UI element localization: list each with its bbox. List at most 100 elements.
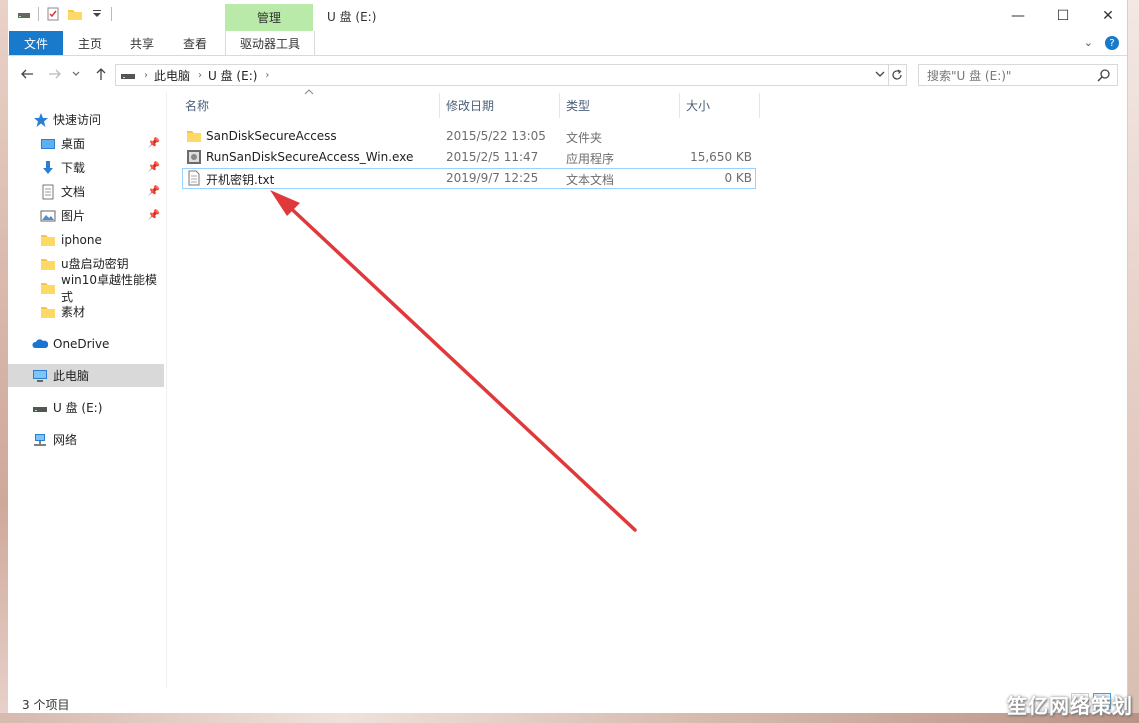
navigation-bar: › 此电脑 › U 盘 (E:) › 搜索"U 盘 (E:)" — [8, 59, 1127, 91]
column-header-date[interactable]: 修改日期 — [446, 93, 558, 118]
address-bar[interactable]: › 此电脑 › U 盘 (E:) › — [115, 64, 889, 86]
folder-icon — [40, 232, 56, 248]
expand-ribbon-icon[interactable]: ⌄ — [1084, 36, 1093, 50]
sidebar-item-label: 下载 — [61, 161, 86, 175]
pin-icon[interactable]: 📌 — [148, 210, 160, 221]
folder-icon — [40, 304, 56, 320]
file-date: 2015/5/22 13:05 — [446, 129, 546, 143]
file-row-selected[interactable]: 开机密钥.txt 2019/9/7 12:25 文本文档 0 KB — [182, 168, 756, 189]
address-dropdown-icon[interactable] — [874, 67, 886, 84]
breadcrumb-chevron-icon[interactable]: › — [265, 70, 269, 81]
tab-manage[interactable]: 管理 — [225, 4, 313, 31]
pin-icon[interactable]: 📌 — [148, 162, 160, 173]
toolbar-divider — [111, 7, 112, 21]
tab-view[interactable]: 查看 — [171, 31, 219, 55]
sidebar-item-label: U 盘 (E:) — [53, 401, 103, 415]
desktop-wallpaper-right — [1127, 0, 1139, 723]
desktop-wallpaper-left — [0, 0, 8, 723]
sidebar-item-network[interactable]: 网络 — [8, 428, 164, 451]
sidebar-item-quick-access[interactable]: 快速访问 — [8, 108, 164, 131]
sidebar-item-downloads[interactable]: 下载 📌 — [8, 156, 164, 179]
toolbar-divider — [38, 7, 39, 21]
file-row[interactable]: SanDiskSecureAccess 2015/5/22 13:05 文件夹 — [182, 126, 756, 147]
new-folder-icon[interactable] — [67, 6, 83, 22]
tab-drive-tools[interactable]: 驱动器工具 — [225, 31, 315, 55]
file-type: 应用程序 — [566, 152, 615, 166]
pin-icon[interactable]: 📌 — [148, 186, 160, 197]
back-arrow-icon[interactable] — [18, 65, 36, 83]
breadcrumb-this-pc[interactable]: 此电脑 — [154, 67, 190, 84]
window-title: U 盘 (E:) — [327, 10, 377, 24]
sidebar-item-materials[interactable]: 素材 — [8, 300, 164, 323]
sidebar-item-win10-folder[interactable]: win10卓越性能模式 — [8, 273, 164, 304]
maximize-button[interactable]: ☐ — [1040, 0, 1086, 31]
desktop-wallpaper-bottom — [0, 713, 1139, 723]
pin-icon[interactable]: 📌 — [148, 138, 160, 149]
file-explorer-window: 管理 U 盘 (E:) — ☐ ✕ 文件 主页 共享 查看 驱动器工具 ⌄ ? — [8, 0, 1128, 713]
recent-locations-icon[interactable] — [70, 65, 82, 83]
file-date: 2015/2/5 11:47 — [446, 150, 539, 164]
column-divider[interactable] — [439, 93, 440, 118]
drive-icon[interactable] — [16, 6, 32, 22]
tab-share[interactable]: 共享 — [118, 31, 166, 55]
sidebar-item-label: 图片 — [61, 209, 86, 223]
breadcrumb-chevron-icon[interactable]: › — [198, 70, 202, 81]
sidebar-item-desktop[interactable]: 桌面 📌 — [8, 132, 164, 155]
pictures-icon — [40, 208, 56, 224]
sidebar-item-documents[interactable]: 文档 📌 — [8, 180, 164, 203]
column-divider[interactable] — [679, 93, 680, 118]
up-arrow-icon[interactable] — [92, 65, 110, 83]
watermark-text: 笙亿网络策划 — [1007, 694, 1133, 718]
file-size: 15,650 KB — [690, 150, 752, 164]
file-date: 2019/9/7 12:25 — [446, 171, 539, 185]
sidebar-item-label: u盘启动密钥 — [61, 257, 129, 271]
minimize-button[interactable]: — — [995, 0, 1041, 31]
column-header-type[interactable]: 类型 — [566, 93, 678, 118]
forward-arrow-icon[interactable] — [46, 65, 64, 83]
status-item-count: 3 个项目 — [22, 698, 70, 712]
ribbon-controls: ⌄ ? — [1084, 36, 1119, 50]
pane-divider[interactable] — [166, 92, 167, 688]
tab-file[interactable]: 文件 — [9, 31, 63, 55]
quick-access-toolbar — [16, 6, 112, 22]
network-icon — [32, 432, 48, 448]
breadcrumb-usb-drive[interactable]: U 盘 (E:) — [208, 67, 257, 84]
folder-icon — [186, 128, 202, 147]
column-header-name[interactable]: 名称 — [185, 93, 439, 118]
file-name: 开机密钥.txt — [206, 173, 275, 187]
sidebar-item-iphone[interactable]: iphone — [8, 228, 164, 251]
cloud-icon — [32, 336, 49, 352]
sidebar-item-onedrive[interactable]: OneDrive — [8, 332, 164, 355]
help-icon[interactable]: ? — [1105, 36, 1119, 50]
column-header-size[interactable]: 大小 — [686, 93, 758, 118]
folder-icon — [40, 256, 56, 272]
sidebar-item-label: 此电脑 — [53, 369, 90, 383]
file-name: RunSanDiskSecureAccess_Win.exe — [206, 150, 414, 164]
search-icon[interactable] — [1097, 68, 1111, 85]
drive-icon — [32, 400, 48, 416]
properties-icon[interactable] — [45, 6, 61, 22]
file-row[interactable]: RunSanDiskSecureAccess_Win.exe 2015/2/5 … — [182, 147, 756, 168]
file-type: 文本文档 — [566, 173, 615, 187]
search-placeholder: 搜索"U 盘 (E:)" — [927, 68, 1012, 83]
customize-toolbar-icon[interactable] — [89, 6, 105, 22]
close-button[interactable]: ✕ — [1085, 0, 1131, 31]
sidebar-item-label: 素材 — [61, 305, 86, 319]
sidebar-item-usb-drive[interactable]: U 盘 (E:) — [8, 396, 164, 419]
download-icon — [40, 160, 56, 176]
sidebar-item-this-pc[interactable]: 此电脑 — [8, 364, 164, 387]
refresh-icon[interactable] — [888, 64, 907, 86]
search-input[interactable]: 搜索"U 盘 (E:)" — [918, 64, 1118, 86]
sidebar-item-pictures[interactable]: 图片 📌 — [8, 204, 164, 227]
desktop-icon — [40, 136, 56, 152]
ribbon-tabs: 文件 主页 共享 查看 驱动器工具 ⌄ ? — [8, 31, 1127, 56]
breadcrumb-chevron-icon[interactable]: › — [144, 70, 148, 81]
computer-icon — [32, 368, 48, 384]
tab-home[interactable]: 主页 — [66, 31, 114, 55]
column-divider[interactable] — [559, 93, 560, 118]
document-icon — [40, 184, 56, 200]
file-type: 文件夹 — [566, 131, 603, 145]
file-size: 0 KB — [724, 171, 752, 185]
drive-icon — [120, 68, 136, 82]
column-divider[interactable] — [759, 93, 760, 118]
